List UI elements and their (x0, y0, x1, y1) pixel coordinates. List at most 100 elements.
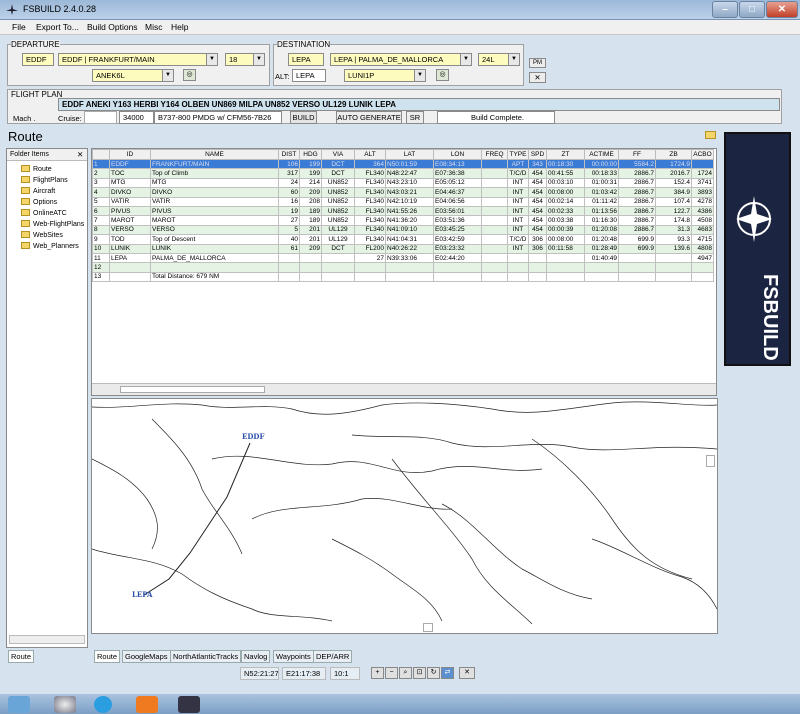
pm-button[interactable]: PM (529, 58, 546, 68)
taskbar-skype-icon[interactable] (94, 696, 112, 713)
taskbar-browser-icon[interactable] (54, 696, 76, 713)
column-header[interactable]: NAME (150, 149, 279, 160)
column-header[interactable]: LAT (385, 149, 434, 160)
table-row[interactable]: 10 LUNIK LUNIK 61 209 DCT FL200 N40:26:22 E03:23… (92, 243, 714, 254)
column-header[interactable] (92, 149, 110, 160)
folder-item-websites[interactable]: WebSites (21, 231, 63, 241)
map-horizontal-scroll-thumb[interactable] (423, 623, 433, 632)
folder-item-aircraft[interactable]: Aircraft (21, 187, 55, 197)
cruise-blank-field[interactable] (84, 111, 117, 124)
menu-export[interactable]: Export To... (36, 22, 79, 32)
column-header[interactable]: ID (109, 149, 151, 160)
chevron-down-icon[interactable]: ▼ (508, 54, 519, 65)
departure-airport-select[interactable]: EDDF | FRANKFURT/MAIN ▼ (58, 53, 218, 66)
map-canvas[interactable]: EDDF LEPA (92, 399, 717, 633)
column-header[interactable]: VIA (321, 149, 355, 160)
column-header[interactable]: ACTIME (584, 149, 619, 160)
tab-route[interactable]: Route (94, 650, 121, 663)
menu-misc[interactable]: Misc (145, 22, 162, 32)
destination-airport-select[interactable]: LEPA | PALMA_DE_MALLORCA ▼ (330, 53, 472, 66)
tab-northatlantictracks[interactable]: NorthAtlanticTracks (170, 650, 242, 663)
tab-dep-arr[interactable]: DEP/ARR (313, 650, 353, 663)
route-string-field[interactable]: EDDF ANEKI Y163 HERBI Y164 OLBEN UN869 M… (58, 98, 780, 111)
table-row[interactable]: 6 PIVUS PIVUS 19 189 UN852 FL340 N41:55:26 E03:5… (92, 205, 714, 217)
build-button[interactable]: BUILD (290, 111, 317, 124)
chevron-down-icon[interactable]: ▼ (460, 54, 471, 65)
auto-generate-button[interactable]: AUTO GENERATE (336, 111, 402, 124)
departure-icao-field[interactable]: EDDF (22, 53, 54, 66)
taskbar-fsbuild-icon[interactable] (178, 696, 200, 713)
zoom-100-icon[interactable]: ⊡ (413, 667, 426, 679)
chevron-down-icon[interactable]: ▼ (414, 70, 425, 81)
close-icon[interactable]: ✕ (77, 150, 83, 159)
column-header[interactable]: SPD (528, 149, 547, 160)
zoom-out-icon[interactable]: − (385, 667, 398, 679)
column-header[interactable]: DIST (278, 149, 300, 160)
table-row[interactable]: 12 (92, 262, 714, 273)
left-tab-route[interactable]: Route (8, 650, 35, 663)
maximize-button[interactable]: □ (739, 1, 765, 18)
destination-runway-select[interactable]: 24L ▼ (478, 53, 520, 66)
table-row[interactable]: 7 MAROT MAROT 27 189 UN852 FL340 N41:36:20 E03:5… (92, 215, 714, 226)
swap-icon[interactable]: ✕ (529, 72, 546, 83)
folder-item-web-planners[interactable]: Web_Planners (21, 242, 79, 252)
folder-horizontal-scrollbar[interactable] (9, 635, 85, 644)
taskbar-volume-icon[interactable] (136, 696, 158, 713)
minimize-button[interactable]: – (712, 1, 738, 18)
chevron-down-icon[interactable]: ▼ (253, 54, 264, 65)
table-horizontal-scrollbar[interactable] (92, 383, 716, 395)
column-header[interactable]: LON (433, 149, 482, 160)
table-row[interactable]: 8 VERSO VERSO 5 201 UL129 FL340 N41:09:10 E03:45… (92, 224, 714, 236)
folder-item-onlineatc[interactable]: OnlineATC (21, 209, 67, 219)
departure-runway-select[interactable]: 18 ▼ (225, 53, 265, 66)
tab-waypoints[interactable]: Waypoints (273, 650, 314, 663)
menu-help[interactable]: Help (171, 22, 188, 32)
table-row[interactable]: 9 TOD Top of Descent 40 201 UL129 FL340 N41:04:… (92, 234, 714, 245)
map-vertical-scroll-thumb[interactable] (706, 455, 715, 467)
sync-icon[interactable]: ⇄ (441, 667, 454, 679)
sid-search-icon[interactable]: ◎ (183, 69, 196, 81)
table-row[interactable]: 5 VATIR VATIR 16 208 UN852 FL340 N42:10:19 E04:0… (92, 196, 714, 207)
menu-file[interactable]: File (12, 22, 26, 32)
chevron-down-icon[interactable]: ▼ (162, 70, 173, 81)
folder-item-flightplans[interactable]: FlightPlans (21, 176, 68, 186)
table-row[interactable]: 1 EDDF FRANKFURT/MAIN 106 199 DCT 364 N50:01:59… (92, 158, 714, 170)
column-header[interactable]: FREQ (481, 149, 508, 160)
clear-map-icon[interactable]: ✕ (459, 667, 475, 679)
chevron-down-icon[interactable]: ▼ (206, 54, 217, 65)
folder-item-options[interactable]: Options (21, 198, 57, 208)
close-window-button[interactable]: ✕ (766, 1, 798, 18)
tab-googlemaps[interactable]: GoogleMaps (122, 650, 171, 663)
star-search-icon[interactable]: ◎ (436, 69, 449, 81)
column-header[interactable]: ACBO (691, 149, 714, 160)
table-row[interactable]: 2 TOC Top of Climb 317 199 DCT FL340 N48:22:47 E… (92, 168, 714, 179)
taskbar-app-icon[interactable] (8, 696, 30, 713)
column-header[interactable]: HDG (299, 149, 322, 160)
tab-navlog[interactable]: Navlog (241, 650, 271, 663)
column-header[interactable]: ZB (655, 149, 692, 160)
table-row[interactable]: 11 LEPA PALMA_DE_MALLORCA 27 N39:33:06 E02:44… (92, 252, 714, 264)
column-header[interactable]: ALT (354, 149, 386, 160)
route-map[interactable]: EDDF LEPA (91, 398, 718, 634)
scrollbar-thumb[interactable] (120, 386, 265, 393)
cruise-altitude-field[interactable]: 34000 (119, 111, 154, 124)
column-header[interactable]: TYPE (507, 149, 529, 160)
column-header[interactable]: FF (618, 149, 656, 160)
sid-select[interactable]: ANEK6L ▼ (92, 69, 174, 82)
aircraft-field[interactable]: B737-800 PMDG w/ CFM56-7B26 (154, 111, 282, 124)
table-row[interactable]: 13 Total Distance: 679 NM (92, 271, 714, 283)
table-row[interactable]: 4 DIVKO DIVKO 60 209 UN852 FL340 N43:03:21 E04:4… (92, 187, 714, 198)
table-row[interactable]: 3 MTG MTG 24 214 UN852 FL340 N43:23:10 E05:05:12… (92, 177, 714, 189)
folder-item-web-flightplans[interactable]: Web-FlightPlans (21, 220, 84, 230)
column-header[interactable]: ZT (546, 149, 585, 160)
refresh-icon[interactable]: ↻ (427, 667, 440, 679)
sr-button[interactable]: SR (406, 111, 424, 124)
zoom-fit-icon[interactable]: ⌕ (399, 667, 412, 679)
zoom-in-icon[interactable]: + (371, 667, 384, 679)
alternate-field[interactable]: LEPA (292, 69, 326, 82)
folder-item-route[interactable]: Route (21, 165, 52, 175)
menu-build-options[interactable]: Build Options (87, 22, 138, 32)
destination-icao-field[interactable]: LEPA (288, 53, 324, 66)
folder-icon[interactable] (705, 131, 716, 139)
star-select[interactable]: LUNI1P ▼ (344, 69, 426, 82)
